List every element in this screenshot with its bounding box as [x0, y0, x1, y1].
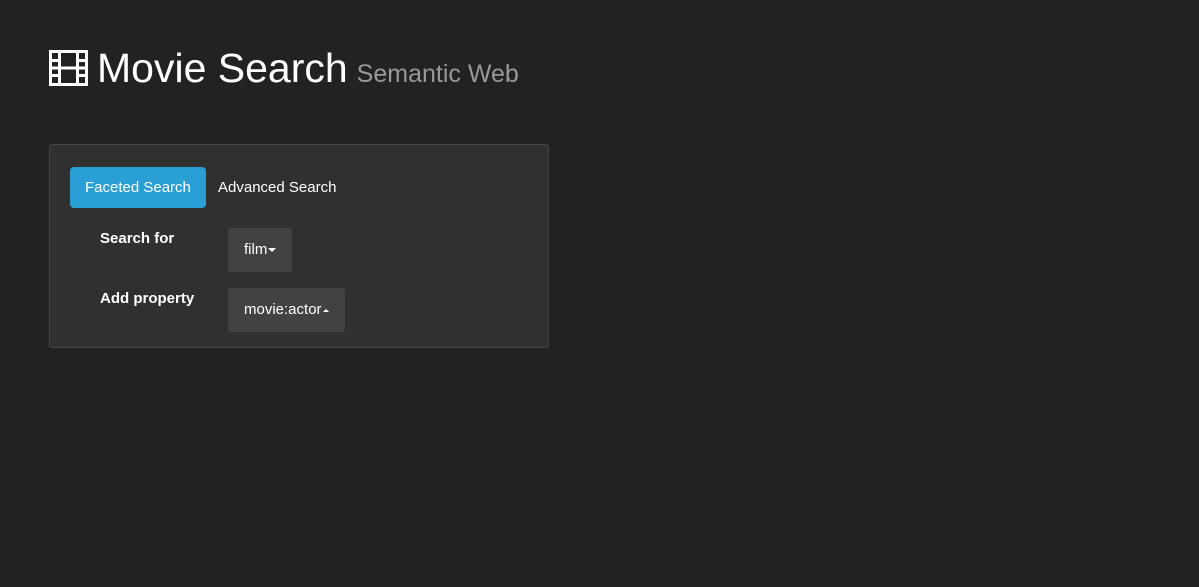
film-icon: [49, 50, 88, 86]
search-for-value: film: [244, 241, 268, 258]
search-panel: Faceted Search Advanced Search Search fo…: [49, 144, 549, 348]
tab-faceted-search[interactable]: Faceted Search: [70, 167, 206, 208]
add-property-dropdown[interactable]: movie:actor: [228, 288, 345, 332]
search-for-dropdown[interactable]: film: [228, 228, 293, 272]
page-header: Movie Search Semantic Web: [49, 46, 519, 89]
tab-advanced-search[interactable]: Advanced Search: [203, 167, 351, 208]
search-for-label: Search for: [100, 230, 175, 247]
page-title: Movie Search: [97, 45, 348, 91]
caret-down-icon: [268, 248, 277, 253]
add-property-value: movie:actor: [244, 301, 322, 318]
add-property-label: Add property: [100, 290, 195, 307]
page-subtitle: Semantic Web: [356, 60, 519, 88]
caret-up-icon: [322, 308, 329, 312]
